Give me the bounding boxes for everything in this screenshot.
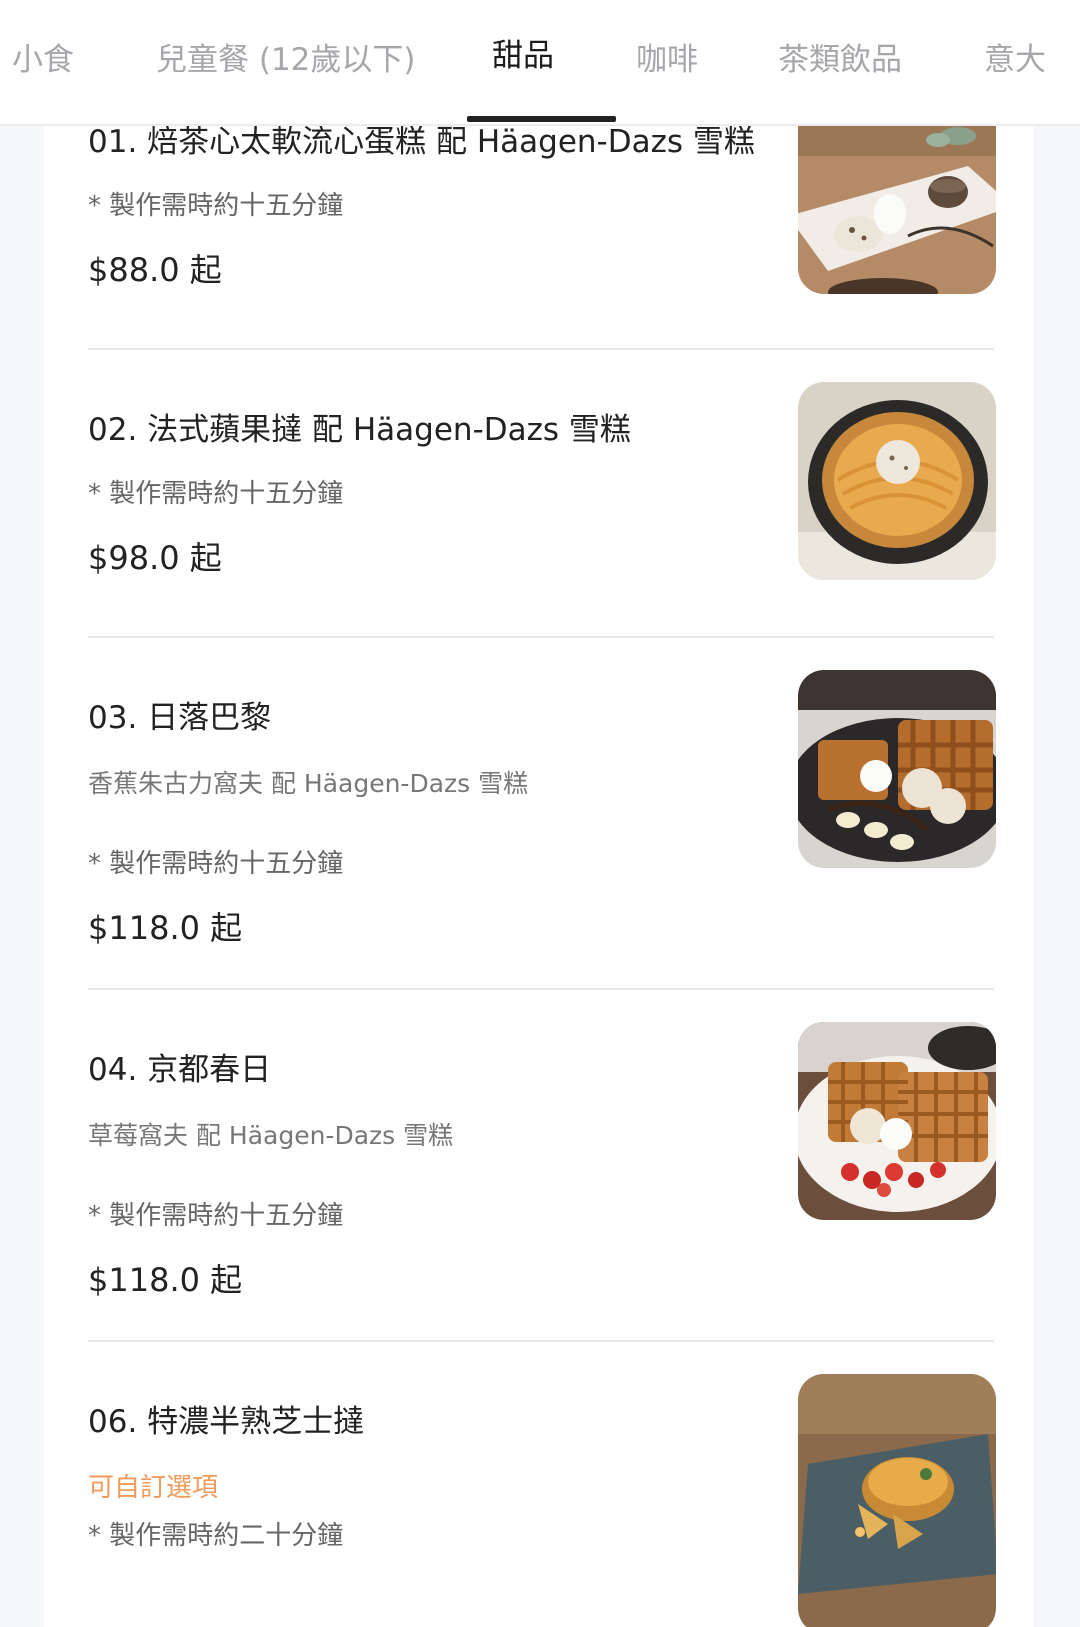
menu-item[interactable]: 03. 日落巴黎 香蕉朱古力窩夫 配 Häagen-Dazs 雪糕 * 製作需時… [44,670,1034,990]
menu-item[interactable]: 04. 京都春日 草莓窩夫 配 Häagen-Dazs 雪糕 * 製作需時約十五… [44,1022,1034,1342]
item-description: 香蕉朱古力窩夫 配 Häagen-Dazs 雪糕 [88,769,529,798]
menu-item[interactable]: 01. 焙茶心太軟流心蛋糕 配 Häagen-Dazs 雪糕 * 製作需時約十五… [44,124,1034,352]
item-divider [88,348,994,350]
item-price: $88.0 起 [88,251,222,289]
cheese-tart-photo[interactable] [798,1374,996,1627]
active-tab-indicator [467,116,616,122]
tab-snacks[interactable]: 小食 [12,36,74,84]
item-divider [88,988,994,990]
tab-coffee[interactable]: 咖啡 [636,36,698,84]
customizable-option-label: 可自訂選項 [88,1473,219,1503]
item-price: $118.0 起 [88,909,243,947]
item-prep-note: * 製作需時約二十分鐘 [88,1521,344,1551]
tab-italian[interactable]: 意大 [984,36,1046,84]
item-prep-note: * 製作需時約十五分鐘 [88,479,344,509]
item-name: 06. 特濃半熟芝士撻 [88,1404,365,1440]
item-name: 01. 焙茶心太軟流心蛋糕 配 Häagen-Dazs 雪糕 [88,124,755,160]
lava-cake-photo[interactable] [798,124,996,294]
category-tab-bar: 小食 兒童餐 (12歲以下) 甜品 咖啡 茶類飲品 意大 [0,0,1080,126]
item-prep-note: * 製作需時約十五分鐘 [88,849,344,879]
apple-tart-photo[interactable] [798,382,996,580]
item-prep-note: * 製作需時約十五分鐘 [88,191,344,221]
item-price: $118.0 起 [88,1261,243,1299]
tab-kids-meal[interactable]: 兒童餐 (12歲以下) [156,36,416,84]
item-divider [88,636,994,638]
menu-item-list: 01. 焙茶心太軟流心蛋糕 配 Häagen-Dazs 雪糕 * 製作需時約十五… [44,124,1034,1627]
item-description: 草莓窩夫 配 Häagen-Dazs 雪糕 [88,1121,454,1150]
tab-desserts[interactable]: 甜品 [492,32,554,80]
item-price: $98.0 起 [88,539,222,577]
item-name: 03. 日落巴黎 [88,700,272,736]
item-name: 02. 法式蘋果撻 配 Häagen-Dazs 雪糕 [88,412,631,448]
item-prep-note: * 製作需時約十五分鐘 [88,1201,344,1231]
item-divider [88,1340,994,1342]
tab-tea-drinks[interactable]: 茶類飲品 [778,36,902,84]
menu-item[interactable]: 02. 法式蘋果撻 配 Häagen-Dazs 雪糕 * 製作需時約十五分鐘 $… [44,382,1034,638]
item-name: 04. 京都春日 [88,1052,272,1088]
strawberry-waffle-photo[interactable] [798,1022,996,1220]
banana-waffle-photo[interactable] [798,670,996,868]
menu-item[interactable]: 06. 特濃半熟芝士撻 可自訂選項 * 製作需時約二十分鐘 [44,1374,1034,1627]
